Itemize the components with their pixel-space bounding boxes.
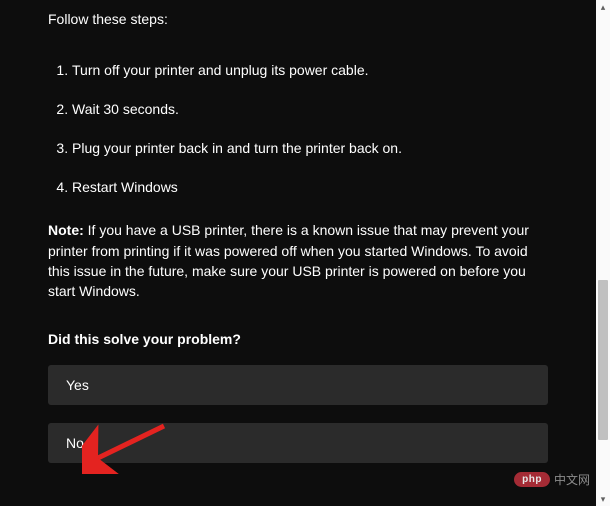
watermark-text: 中文网 — [554, 471, 590, 488]
solve-prompt: Did this solve your problem? — [48, 330, 548, 349]
scroll-up-arrow[interactable]: ▴ — [596, 0, 610, 14]
scroll-down-arrow[interactable]: ▾ — [596, 492, 610, 506]
note-label: Note: — [48, 222, 84, 238]
scrollbar-thumb[interactable] — [598, 280, 608, 440]
intro-text: Follow these steps: — [48, 10, 548, 29]
note-block: Note: If you have a USB printer, there i… — [48, 220, 548, 301]
steps-list: Turn off your printer and unplug its pow… — [68, 61, 548, 197]
watermark-badge: php — [514, 472, 550, 487]
step-item: Turn off your printer and unplug its pow… — [72, 61, 548, 80]
yes-button[interactable]: Yes — [48, 365, 548, 405]
step-item: Plug your printer back in and turn the p… — [72, 139, 548, 158]
watermark: php 中文网 — [514, 471, 590, 488]
note-text: If you have a USB printer, there is a kn… — [48, 222, 529, 299]
step-item: Restart Windows — [72, 178, 548, 197]
step-item: Wait 30 seconds. — [72, 100, 548, 119]
scrollbar-track[interactable]: ▴ ▾ — [596, 0, 610, 506]
troubleshooter-panel: Follow these steps: Turn off your printe… — [0, 0, 596, 506]
no-button[interactable]: No — [48, 423, 548, 463]
